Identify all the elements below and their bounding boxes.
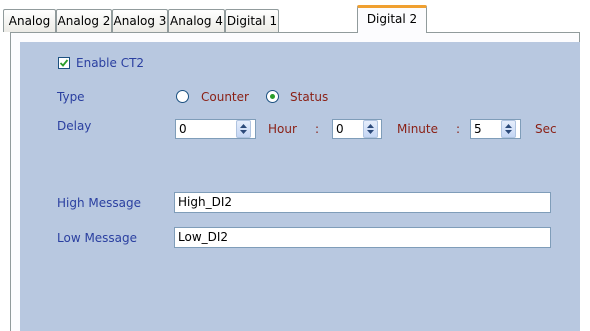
low-message-input[interactable]: Low_DI2 [174, 227, 551, 248]
tab-analog-2[interactable]: Analog 2 [56, 9, 112, 32]
minute-sec-separator: : [456, 122, 461, 136]
tab-analog-1[interactable]: Analog 1 [3, 9, 56, 50]
counter-radio-label[interactable]: Counter [201, 89, 249, 105]
tab-digital-2[interactable]: Digital 2 [357, 5, 427, 33]
high-message-label: High Message [57, 196, 141, 210]
type-label: Type [57, 90, 85, 104]
delay-hour-spinner[interactable] [236, 120, 251, 138]
status-radio[interactable] [266, 90, 279, 103]
delay-label: Delay [57, 119, 92, 133]
high-message-input[interactable]: High_DI2 [174, 192, 551, 213]
hour-unit-label: Hour [268, 122, 297, 136]
tab-digital-1[interactable]: Digital 1 [225, 9, 279, 32]
hour-minute-separator: : [315, 122, 320, 136]
settings-panel [20, 42, 580, 331]
spin-arrows-icon [505, 124, 512, 134]
status-radio-label[interactable]: Status [290, 89, 328, 105]
low-message-label: Low Message [57, 231, 138, 245]
tab-analog-3[interactable]: Analog 3 [112, 9, 168, 32]
checkmark-icon [59, 59, 69, 67]
spin-arrows-icon [367, 124, 374, 134]
delay-sec-spinner[interactable] [501, 120, 516, 138]
tab-bar: Analog 1 Analog 2 Analog 3 Analog 4 Digi… [0, 0, 590, 50]
spin-arrows-icon [240, 124, 247, 134]
tab-analog-4[interactable]: Analog 4 [168, 9, 225, 32]
delay-minute-spinner[interactable] [363, 120, 378, 138]
enable-ct2-label: Enable CT2 [76, 56, 145, 70]
sec-unit-label: Sec [535, 122, 557, 136]
counter-radio[interactable] [176, 90, 189, 103]
minute-unit-label: Minute [397, 122, 438, 136]
radio-selected-dot [270, 94, 275, 99]
enable-ct2-checkbox[interactable] [58, 57, 70, 69]
